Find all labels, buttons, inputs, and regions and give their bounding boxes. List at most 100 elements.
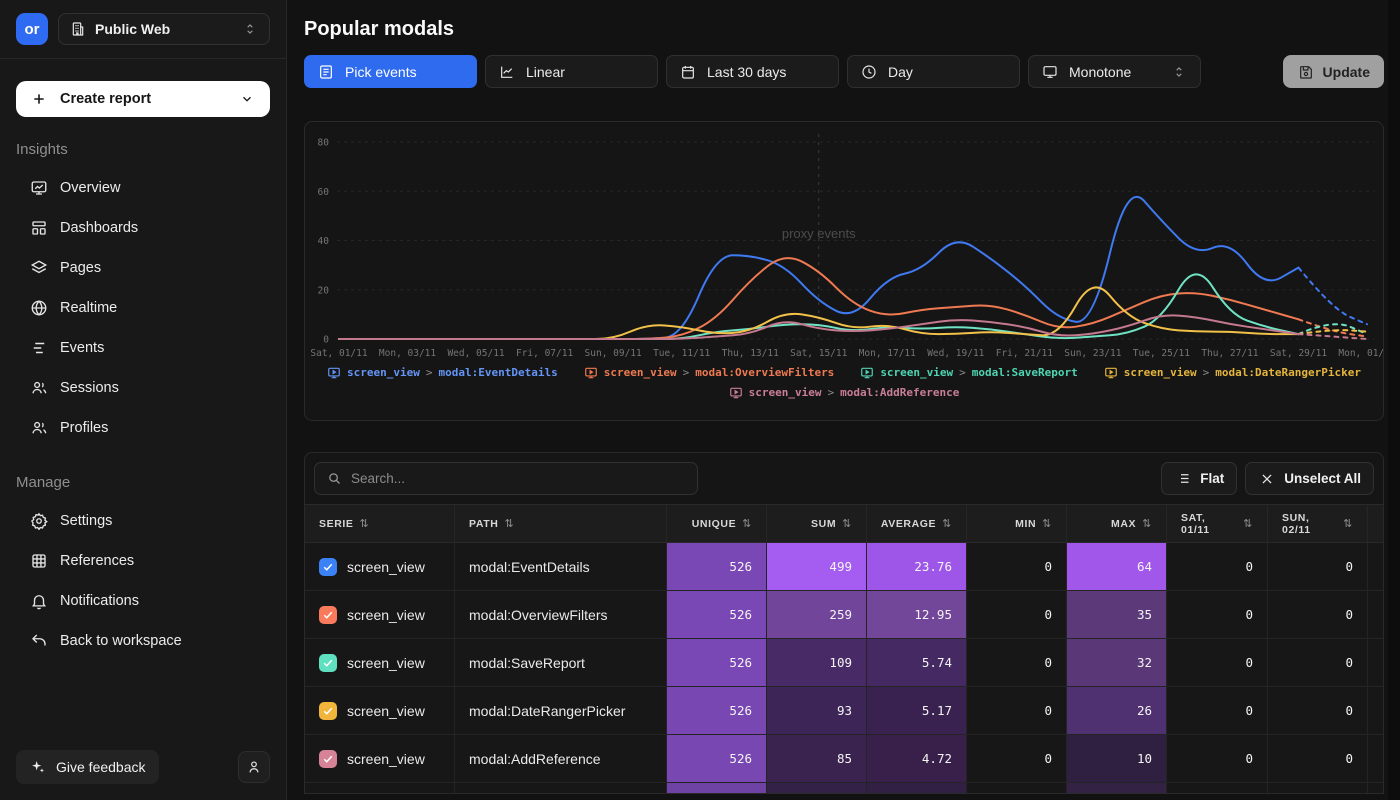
- flat-toggle-button[interactable]: Flat: [1161, 462, 1237, 495]
- cell-unique: 526: [667, 543, 767, 591]
- unselect-all-label: Unselect All: [1284, 471, 1361, 486]
- legend-entry[interactable]: screen_view>modal:AddReference: [729, 386, 960, 400]
- give-feedback-button[interactable]: Give feedback: [16, 750, 159, 784]
- chart-type-button[interactable]: Linear: [485, 55, 658, 88]
- granularity-button[interactable]: Day: [847, 55, 1020, 88]
- sidebar-item-label: Events: [60, 340, 104, 356]
- sidebar-item-pages[interactable]: Pages: [0, 248, 286, 288]
- pick-events-label: Pick events: [345, 64, 464, 80]
- scrollbar-track[interactable]: [1388, 0, 1400, 800]
- workspace-selector[interactable]: Public Web: [58, 13, 270, 45]
- update-button[interactable]: Update: [1283, 55, 1384, 88]
- sidebar-item-dashboards[interactable]: Dashboards: [0, 208, 286, 248]
- column-header-min[interactable]: MIN⇅: [967, 504, 1067, 543]
- column-header-sat-0111[interactable]: SAT, 01/11⇅: [1167, 504, 1268, 543]
- cell-average: 23.76: [867, 543, 967, 591]
- main-content: Popular modals Pick events Linear Last 3…: [287, 0, 1400, 800]
- interpolation-select[interactable]: Monotone: [1028, 55, 1201, 88]
- sidebar-item-profiles[interactable]: Profiles: [0, 408, 286, 448]
- series-checkbox[interactable]: [319, 702, 337, 720]
- cell-serie: screen_view: [305, 543, 455, 591]
- controls-bar: Pick events Linear Last 30 days Day Mono…: [304, 55, 1384, 88]
- search-input[interactable]: [351, 471, 687, 486]
- svg-text:0: 0: [323, 335, 329, 346]
- cell-sum: 85: [767, 735, 867, 783]
- series-checkbox[interactable]: [319, 558, 337, 576]
- sidebar-item-overview[interactable]: Overview: [0, 168, 286, 208]
- sidebar-item-realtime[interactable]: Realtime: [0, 288, 286, 328]
- sidebar: or Public Web Create report Insights Ove…: [0, 0, 287, 800]
- legend-entry[interactable]: screen_view>modal:DateRangerPicker: [1104, 366, 1361, 380]
- cell-sat-0111: 0: [1167, 639, 1268, 687]
- app-logo[interactable]: or: [16, 13, 48, 45]
- cell-overflow: [1368, 591, 1384, 639]
- close-icon: [1258, 470, 1276, 488]
- granularity-label: Day: [888, 64, 1007, 80]
- sidebar-item-label: Sessions: [60, 380, 119, 396]
- column-header-serie[interactable]: SERIE⇅: [305, 504, 455, 543]
- clock-icon: [860, 63, 878, 81]
- column-header-average[interactable]: AVERAGE⇅: [867, 504, 967, 543]
- cell-average: 5.17: [867, 687, 967, 735]
- svg-text:Wed, 05/11: Wed, 05/11: [447, 348, 504, 359]
- sidebar-item-references[interactable]: References: [0, 541, 286, 581]
- line-chart[interactable]: 020406080proxy eventsSat, 01/11Mon, 03/1…: [305, 122, 1383, 362]
- svg-text:Sat, 01/11: Sat, 01/11: [310, 348, 367, 359]
- pages-icon: [30, 259, 48, 277]
- legend-arrow: >: [1203, 366, 1210, 380]
- series-checkbox[interactable]: [319, 750, 337, 768]
- partial-row-cell: [305, 783, 455, 793]
- svg-text:Tue, 25/11: Tue, 25/11: [1133, 348, 1190, 359]
- legend-path: modal:SaveReport: [972, 366, 1078, 380]
- cell-serie: screen_view: [305, 639, 455, 687]
- legend-path: modal:EventDetails: [439, 366, 558, 380]
- sessions-icon: [30, 379, 48, 397]
- cell-average: 12.95: [867, 591, 967, 639]
- sort-icon: ⇅: [742, 517, 752, 530]
- cell-sum: 259: [767, 591, 867, 639]
- sort-icon: ⇅: [1042, 517, 1052, 530]
- date-range-label: Last 30 days: [707, 64, 826, 80]
- calendar-icon: [679, 63, 697, 81]
- legend-event: screen_view: [1124, 366, 1197, 380]
- partial-row-cell: [967, 783, 1067, 793]
- column-header-path[interactable]: PATH⇅: [455, 504, 667, 543]
- svg-text:Sat, 15/11: Sat, 15/11: [790, 348, 847, 359]
- legend-arrow: >: [828, 386, 835, 400]
- pick-events-button[interactable]: Pick events: [304, 55, 477, 88]
- column-header-sun-0211[interactable]: SUN, 02/11⇅: [1268, 504, 1368, 543]
- sidebar-item-events[interactable]: Events: [0, 328, 286, 368]
- column-header-sum[interactable]: SUM⇅: [767, 504, 867, 543]
- sidebar-item-label: Settings: [60, 513, 112, 529]
- screen-view-icon: [729, 386, 743, 400]
- table-toolbar: Flat Unselect All: [305, 453, 1383, 504]
- cell-overflow: [1368, 687, 1384, 735]
- screen-view-icon: [860, 366, 874, 380]
- create-report-button[interactable]: Create report: [16, 81, 270, 117]
- legend-entry[interactable]: screen_view>modal:SaveReport: [860, 366, 1077, 380]
- realtime-icon: [30, 299, 48, 317]
- chart-card: 020406080proxy eventsSat, 01/11Mon, 03/1…: [304, 121, 1384, 421]
- sidebar-item-settings[interactable]: Settings: [0, 501, 286, 541]
- column-header-unique[interactable]: UNIQUE⇅: [667, 504, 767, 543]
- partial-row-cell: [867, 783, 967, 793]
- sidebar-item-notifications[interactable]: Notifications: [0, 581, 286, 621]
- unselect-all-button[interactable]: Unselect All: [1245, 462, 1374, 495]
- partial-row-cell: [1067, 783, 1167, 793]
- table-card: Flat Unselect All SERIE⇅ PATH⇅ UNIQUE⇅ S…: [304, 452, 1384, 794]
- user-menu-button[interactable]: [238, 751, 270, 783]
- series-checkbox[interactable]: [319, 654, 337, 672]
- events-icon: [30, 339, 48, 357]
- flat-label: Flat: [1200, 471, 1224, 486]
- sidebar-item-sessions[interactable]: Sessions: [0, 368, 286, 408]
- legend-entry[interactable]: screen_view>modal:OverviewFilters: [584, 366, 835, 380]
- column-header-max[interactable]: MAX⇅: [1067, 504, 1167, 543]
- search-box: [314, 462, 698, 495]
- sidebar-item-back-to-workspace[interactable]: Back to workspace: [0, 621, 286, 661]
- series-checkbox[interactable]: [319, 606, 337, 624]
- back-icon: [30, 632, 48, 650]
- legend-entry[interactable]: screen_view>modal:EventDetails: [327, 366, 558, 380]
- line-chart-icon: [498, 63, 516, 81]
- date-range-button[interactable]: Last 30 days: [666, 55, 839, 88]
- sidebar-item-label: Notifications: [60, 593, 139, 609]
